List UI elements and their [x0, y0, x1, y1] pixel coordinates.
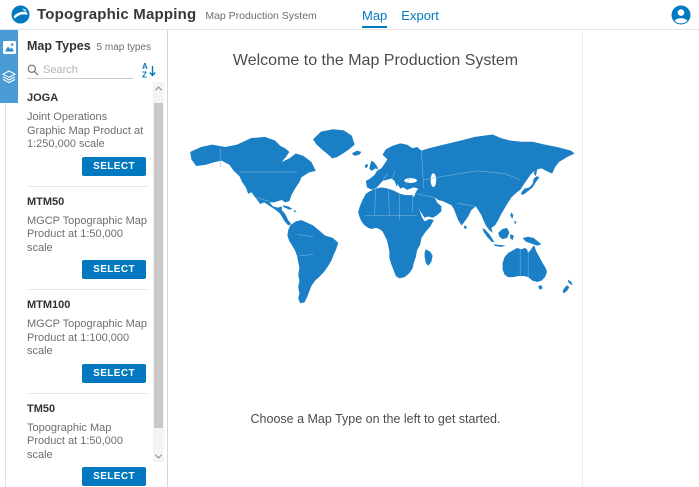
user-avatar-icon[interactable] — [671, 5, 691, 25]
map-types-panel: Map Types 5 map types A Z JOGA Joint Op — [18, 30, 168, 487]
map-type-description: Topographic Map Product at 1:50,000 scal… — [27, 422, 148, 463]
main-content: Welcome to the Map Production System — [169, 30, 699, 487]
select-button-tm50[interactable]: SELECT — [82, 467, 146, 486]
top-nav: Map Export — [362, 0, 439, 30]
layers-icon[interactable] — [0, 64, 18, 90]
search-input[interactable] — [43, 64, 119, 76]
app-window: Topographic Mapping Map Production Syste… — [0, 0, 699, 487]
list-item-mtm100: MTM100 MGCP Topographic Map Product at 1… — [27, 290, 148, 394]
map-type-description: MGCP Topographic Map Product at 1:50,000… — [27, 215, 148, 256]
sidebar-scrollbar[interactable] — [153, 82, 164, 462]
chevron-up-icon[interactable] — [153, 82, 164, 94]
map-type-description: MGCP Topographic Map Product at 1:100,00… — [27, 318, 148, 359]
chevron-down-icon[interactable] — [153, 450, 164, 462]
nav-tab-map[interactable]: Map — [362, 2, 387, 28]
globe-logo-icon — [11, 5, 30, 24]
map-tool-icon[interactable] — [0, 34, 18, 60]
instruction-text: Choose a Map Type on the left to get sta… — [169, 412, 582, 426]
map-type-name: JOGA — [27, 92, 148, 104]
svg-text:Z: Z — [142, 71, 147, 80]
sort-az-icon[interactable]: A Z — [141, 62, 157, 79]
map-type-name: MTM100 — [27, 299, 148, 311]
map-type-count: 5 map types — [97, 42, 151, 53]
panel-edge-line — [5, 103, 6, 487]
search-row: A Z — [27, 62, 157, 79]
widget-tool-strip — [0, 30, 18, 103]
welcome-panel: Welcome to the Map Production System — [169, 30, 583, 487]
search-icon — [27, 64, 39, 76]
select-button-joga[interactable]: SELECT — [82, 157, 146, 176]
app-subtitle: Map Production System — [205, 10, 316, 22]
map-type-name: TM50 — [27, 403, 148, 415]
select-button-mtm50[interactable]: SELECT — [82, 260, 146, 279]
app-title: Topographic Mapping — [37, 6, 196, 23]
nav-tab-export[interactable]: Export — [401, 2, 439, 28]
scrollbar-thumb[interactable] — [154, 103, 163, 428]
world-map-image — [177, 128, 577, 320]
list-item-mtm50: MTM50 MGCP Topographic Map Product at 1:… — [27, 187, 148, 291]
welcome-heading: Welcome to the Map Production System — [169, 52, 582, 70]
list-item-joga: JOGA Joint Operations Graphic Map Produc… — [27, 83, 148, 187]
map-type-description: Joint Operations Graphic Map Product at … — [27, 111, 148, 152]
select-button-mtm100[interactable]: SELECT — [82, 364, 146, 383]
panel-title: Map Types — [27, 39, 91, 53]
app-header: Topographic Mapping Map Production Syste… — [0, 0, 699, 30]
map-type-name: MTM50 — [27, 196, 148, 208]
map-type-list: JOGA Joint Operations Graphic Map Produc… — [27, 83, 148, 487]
list-item-tm50: TM50 Topographic Map Product at 1:50,000… — [27, 394, 148, 487]
